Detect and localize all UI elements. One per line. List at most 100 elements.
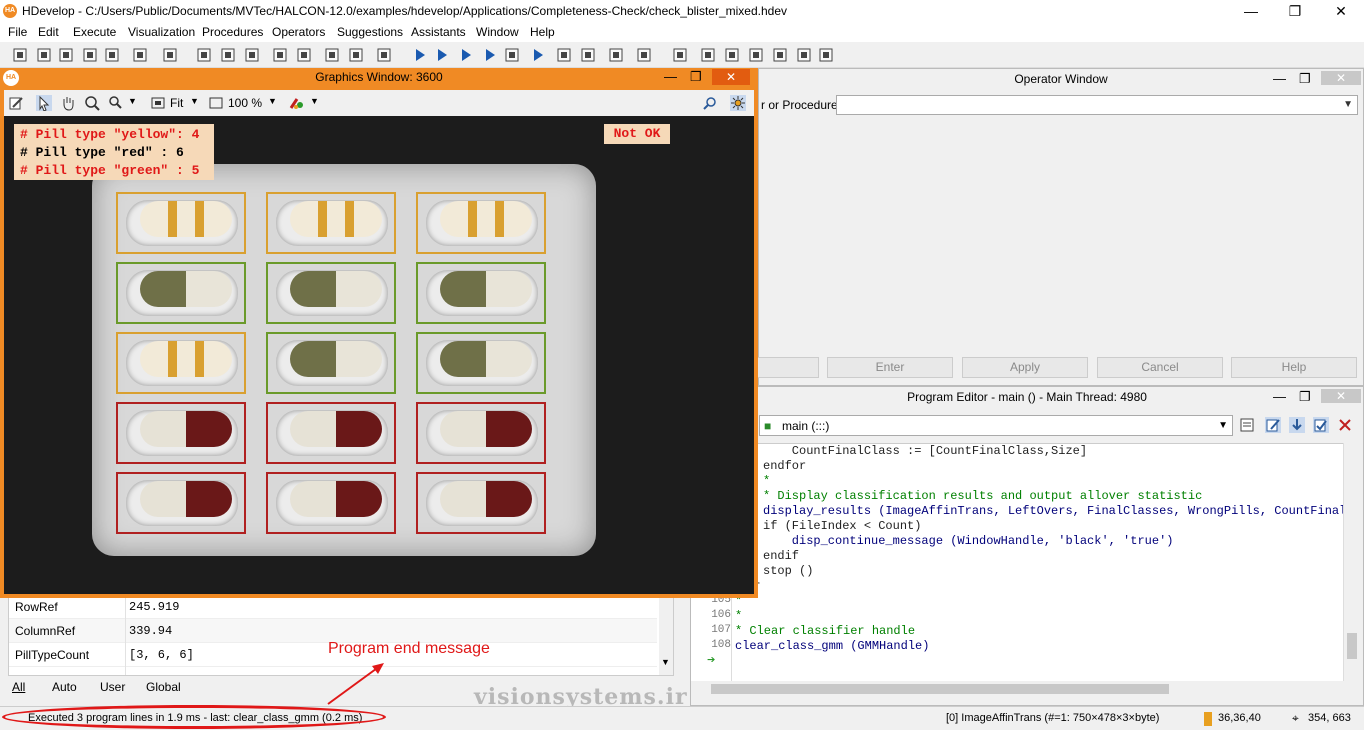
tab-all[interactable]: All: [12, 680, 25, 694]
table-icon[interactable]: [772, 47, 788, 63]
reset-icon[interactable]: [556, 47, 572, 63]
save-icon[interactable]: [82, 47, 98, 63]
menu-procedures[interactable]: Procedures: [202, 25, 263, 39]
redo-icon[interactable]: [296, 47, 312, 63]
run-icon[interactable]: [412, 47, 428, 63]
pan-hand-icon[interactable]: [60, 95, 76, 111]
maximize-button[interactable]: ❐: [1272, 2, 1318, 20]
stop-icon[interactable]: [504, 47, 520, 63]
procedure-combobox[interactable]: ■ main (:::) ▼: [759, 415, 1233, 436]
code-editor[interactable]: CountFinalClass := [CountFinalClass,Size…: [691, 443, 1343, 681]
minimize-button[interactable]: —: [1273, 389, 1286, 404]
chevron-down-icon[interactable]: ▼: [268, 96, 277, 106]
new-file-icon[interactable]: [12, 47, 28, 63]
fit-icon[interactable]: [150, 95, 166, 111]
menu-suggestions[interactable]: Suggestions: [337, 25, 403, 39]
menu-edit[interactable]: Edit: [38, 25, 59, 39]
zoom-percent-label[interactable]: 100 %: [228, 96, 262, 110]
auto-update-icon[interactable]: [730, 95, 746, 111]
paste-icon[interactable]: [244, 47, 260, 63]
delete-icon[interactable]: [348, 47, 364, 63]
menu-execute[interactable]: Execute: [73, 25, 116, 39]
color-palette-icon[interactable]: [288, 95, 304, 111]
graph-icon[interactable]: [724, 47, 740, 63]
image-icon[interactable]: [700, 47, 716, 63]
chevron-down-icon[interactable]: ▼: [128, 96, 137, 106]
step-procedure-icon[interactable]: [1289, 417, 1305, 433]
chevron-down-icon[interactable]: ▼: [310, 96, 319, 106]
close-button[interactable]: ✕: [712, 69, 750, 85]
maximize-button[interactable]: ❐: [1299, 71, 1311, 87]
timer-icon[interactable]: [636, 47, 652, 63]
table-row[interactable]: RowRef 245.919: [9, 595, 657, 619]
chevron-down-icon: ▼: [1343, 99, 1353, 110]
menu-visualization[interactable]: Visualization: [128, 25, 195, 39]
delete-procedure-icon[interactable]: [1337, 417, 1353, 433]
chevron-down-icon[interactable]: ▼: [190, 96, 199, 106]
open-folder-icon[interactable]: [58, 47, 74, 63]
scroll-thumb[interactable]: [711, 684, 1169, 694]
run-to-icon[interactable]: [530, 47, 546, 63]
zoom-mode-label[interactable]: Fit: [170, 96, 183, 110]
maximize-button[interactable]: ❐: [690, 69, 702, 85]
step-into-icon[interactable]: [458, 47, 474, 63]
save-as-icon[interactable]: [104, 47, 120, 63]
minimize-button[interactable]: —: [664, 69, 677, 84]
inspect-icon[interactable]: [702, 95, 718, 111]
tab-user[interactable]: User: [100, 680, 125, 694]
pill-cell-red: [266, 472, 396, 534]
zoom-menu-icon[interactable]: [108, 95, 124, 111]
export-icon[interactable]: [162, 47, 178, 63]
undo-icon[interactable]: [272, 47, 288, 63]
pill-cell-red: [116, 402, 246, 464]
menu-help[interactable]: Help: [530, 25, 555, 39]
close-button[interactable]: ✕: [1318, 2, 1364, 20]
find-icon[interactable]: [376, 47, 392, 63]
image-canvas[interactable]: # Pill type "yellow": 4 # Pill type "red…: [4, 116, 754, 594]
profiler-icon[interactable]: [608, 47, 624, 63]
minimize-button[interactable]: —: [1228, 2, 1274, 20]
operator-combobox[interactable]: ▼: [836, 95, 1358, 115]
histogram-icon[interactable]: [748, 47, 764, 63]
apply-button[interactable]: Apply: [962, 357, 1088, 378]
open-icon[interactable]: [36, 47, 52, 63]
breakpoint-icon[interactable]: [580, 47, 596, 63]
close-button[interactable]: ✕: [1321, 71, 1361, 85]
horizontal-scrollbar[interactable]: [695, 681, 1359, 697]
variable-tabs: All Auto User Global: [8, 678, 308, 696]
zoom-percent-icon[interactable]: [208, 95, 224, 111]
cancel-button[interactable]: Cancel: [1097, 357, 1223, 378]
menu-window[interactable]: Window: [476, 25, 519, 39]
chevron-down-icon[interactable]: ▼: [661, 657, 670, 667]
print-icon[interactable]: [132, 47, 148, 63]
cut-icon[interactable]: [196, 47, 212, 63]
edit-procedure-icon[interactable]: [1265, 417, 1281, 433]
menu-assistants[interactable]: Assistants: [411, 25, 466, 39]
tab-auto[interactable]: Auto: [52, 680, 77, 694]
tab-global[interactable]: Global: [146, 680, 181, 694]
vertical-scrollbar[interactable]: ▼: [659, 595, 673, 675]
minimize-button[interactable]: —: [1273, 71, 1286, 86]
copy-icon[interactable]: [220, 47, 236, 63]
insert-icon[interactable]: [324, 47, 340, 63]
step-over-icon[interactable]: [434, 47, 450, 63]
menu-operators[interactable]: Operators: [272, 25, 325, 39]
maximize-button[interactable]: ❐: [1299, 389, 1311, 405]
scroll-thumb[interactable]: [1347, 633, 1357, 659]
pattern-icon[interactable]: [818, 47, 834, 63]
vertical-scrollbar[interactable]: [1343, 443, 1359, 681]
step-out-icon[interactable]: [482, 47, 498, 63]
pointer-icon[interactable]: [36, 95, 52, 112]
menu-file[interactable]: File: [8, 25, 27, 39]
zoom-icon[interactable]: [84, 95, 100, 111]
pill-cell-red: [416, 402, 546, 464]
procedure-list-icon[interactable]: [1239, 417, 1255, 433]
edit-settings-icon[interactable]: [8, 95, 24, 111]
check-procedure-icon[interactable]: [1313, 417, 1329, 433]
measure-icon[interactable]: [796, 47, 812, 63]
help-button[interactable]: Help: [1231, 357, 1357, 378]
close-button[interactable]: ✕: [1321, 389, 1361, 403]
graphics-toolbar: ▼ Fit ▼ 100 % ▼ ▼: [4, 90, 754, 116]
assistant-icon[interactable]: [672, 47, 688, 63]
enter-button[interactable]: Enter: [827, 357, 953, 378]
